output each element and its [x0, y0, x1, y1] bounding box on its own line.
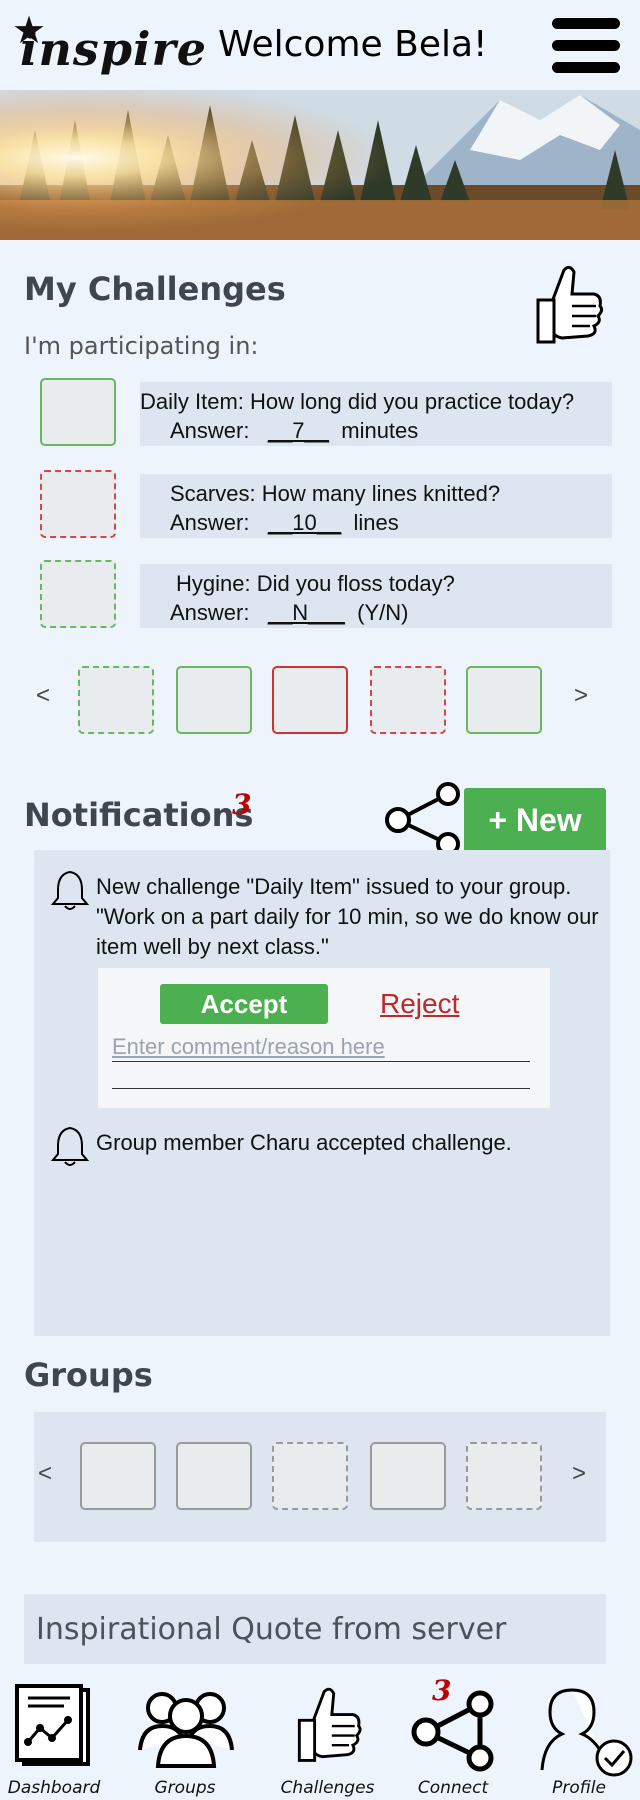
challenge-answer[interactable]: Answer: __10__ lines — [170, 508, 612, 537]
nav-label: Challenges — [280, 1778, 375, 1798]
new-challenge-button[interactable]: + New — [464, 788, 606, 852]
accept-button[interactable]: Accept — [160, 984, 328, 1024]
dashboard-icon — [15, 1684, 90, 1766]
reject-link[interactable]: Reject — [380, 988, 459, 1020]
challenge-checkbox[interactable] — [40, 560, 116, 628]
answer-unit: lines — [353, 510, 399, 535]
connect-icon — [411, 1690, 494, 1772]
answer-value[interactable]: __N___ — [268, 600, 345, 625]
challenges-prev-arrow[interactable]: < — [36, 682, 50, 710]
challenge-question: Scarves: How many lines knitted? — [170, 481, 501, 506]
nav-label: Profile — [552, 1778, 606, 1798]
challenge-item-daily: Daily Item: How long did you practice to… — [140, 382, 612, 446]
thumbs-up-icon[interactable] — [532, 262, 604, 352]
nav-groups[interactable]: Groups — [130, 1680, 240, 1800]
answer-value[interactable]: __10__ — [268, 510, 341, 535]
challenge-question: Hygine: Did you floss today? — [176, 571, 455, 596]
answer-value[interactable]: __7__ — [268, 418, 329, 443]
groups-prev-arrow[interactable]: < — [38, 1460, 52, 1488]
notifications-count-badge: 3 — [232, 788, 252, 821]
nav-label: Dashboard — [7, 1778, 101, 1798]
groups-icon — [138, 1692, 234, 1768]
group-tile[interactable] — [370, 1442, 446, 1510]
notification-new-challenge-text: New challenge "Daily Item" issued to you… — [96, 874, 599, 959]
profile-icon — [540, 1688, 633, 1777]
inspirational-quote: Inspirational Quote from server — [24, 1594, 606, 1664]
nav-label: Groups — [154, 1778, 216, 1798]
challenge-carousel-tile[interactable] — [78, 666, 154, 734]
answer-unit: minutes — [341, 418, 419, 443]
challenge-answer[interactable]: Answer: __7__ minutes — [140, 416, 612, 445]
group-tile[interactable] — [272, 1442, 348, 1510]
challenge-checkbox[interactable] — [40, 470, 116, 538]
app-header: ★ inspire Welcome Bela! — [0, 0, 640, 90]
challenge-item-hygine: Hygine: Did you floss today? Answer: __N… — [140, 564, 612, 628]
hamburger-menu-icon[interactable] — [550, 16, 624, 78]
bottom-navigation: Dashboard Groups Challenges 3 Connect Pr… — [0, 1674, 640, 1800]
header-banner-image — [0, 90, 640, 240]
bell-icon — [50, 1126, 90, 1166]
challenge-carousel-tile[interactable] — [466, 666, 542, 734]
share-icon[interactable] — [384, 782, 466, 856]
group-tile[interactable] — [176, 1442, 252, 1510]
answer-prefix: Answer: — [170, 600, 250, 625]
answer-prefix: Answer: — [170, 510, 250, 535]
group-tile[interactable] — [466, 1442, 542, 1510]
participating-label: I'm participating in: — [24, 332, 259, 360]
challenge-carousel-tile[interactable] — [176, 666, 252, 734]
challenges-next-arrow[interactable]: > — [574, 682, 588, 710]
answer-unit: (Y/N) — [357, 600, 409, 625]
welcome-title: Welcome Bela! — [218, 24, 488, 65]
challenge-question: Daily Item: How long did you practice to… — [140, 389, 575, 414]
my-challenges-title: My Challenges — [24, 270, 286, 308]
inspire-logo[interactable]: ★ inspire — [10, 8, 206, 84]
challenge-carousel-tile[interactable] — [370, 666, 446, 734]
answer-prefix: Answer: — [170, 418, 250, 443]
nav-connect[interactable]: 3 Connect — [398, 1674, 508, 1800]
bell-icon — [50, 870, 90, 910]
logo-text: inspire — [20, 22, 207, 76]
challenge-item-scarves: Scarves: How many lines knitted? Answer:… — [140, 474, 612, 538]
notifications-title: Notifications — [24, 796, 254, 834]
nav-challenges[interactable]: Challenges — [270, 1680, 385, 1800]
nav-profile[interactable]: Profile — [520, 1680, 638, 1800]
group-tile[interactable] — [80, 1442, 156, 1510]
nav-label: Connect — [417, 1778, 489, 1798]
groups-title: Groups — [24, 1356, 153, 1394]
challenge-checkbox[interactable] — [40, 378, 116, 446]
challenge-answer[interactable]: Answer: __N___ (Y/N) — [170, 598, 612, 627]
connect-count-badge: 3 — [432, 1674, 452, 1707]
groups-next-arrow[interactable]: > — [572, 1460, 586, 1488]
notification-member-accepted-text: Group member Charu accepted challenge. — [96, 1130, 512, 1155]
thumbs-up-icon — [297, 1687, 362, 1762]
comment-reason-input[interactable] — [112, 1032, 530, 1062]
comment-second-line — [112, 1088, 530, 1089]
challenge-carousel-tile[interactable] — [272, 666, 348, 734]
nav-dashboard[interactable]: Dashboard — [0, 1680, 108, 1800]
